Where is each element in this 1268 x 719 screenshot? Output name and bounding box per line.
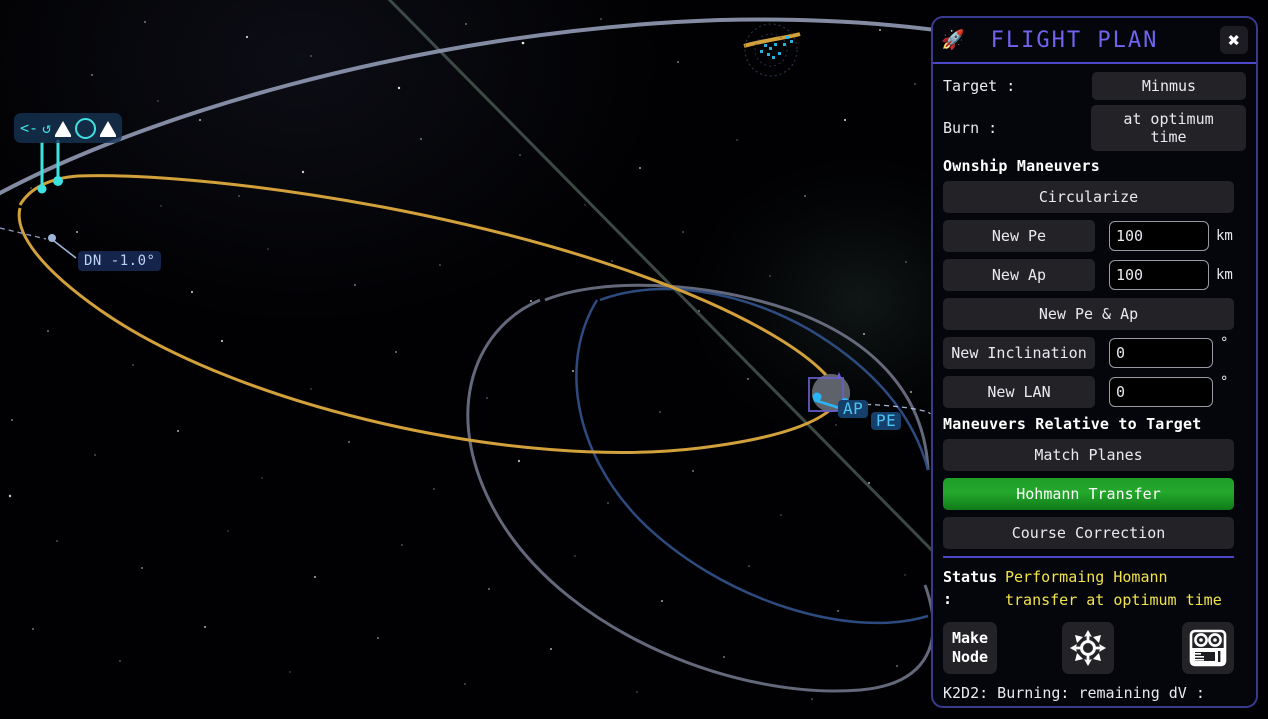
new-pe-button[interactable]: New Pe xyxy=(943,220,1095,252)
maneuver-node-icon[interactable] xyxy=(55,121,71,135)
status-row: Status : Performaing Homann transfer at … xyxy=(943,566,1246,612)
course-correction-button[interactable]: Course Correction xyxy=(943,517,1234,549)
target-select[interactable]: Minmus xyxy=(1092,72,1246,100)
map-label-apoapsis[interactable]: AP xyxy=(838,400,868,418)
burn-timing-select[interactable]: at optimum time xyxy=(1091,105,1246,151)
close-icon[interactable]: ✖ xyxy=(1220,26,1248,54)
new-pe-input[interactable] xyxy=(1109,221,1209,251)
new-lan-input[interactable] xyxy=(1109,377,1213,407)
target-label: Target : xyxy=(943,77,1091,95)
rcs-thruster-button[interactable] xyxy=(1062,622,1114,674)
make-node-button[interactable]: Make Node xyxy=(943,622,997,674)
page-title: FLIGHT PLAN xyxy=(971,28,1220,53)
ownship-marker-chip[interactable]: <- ↺ xyxy=(14,113,122,143)
burn-row: Burn : at optimum time xyxy=(943,105,1246,151)
status-text: Performaing Homann transfer at optimum t… xyxy=(1005,566,1246,612)
make-node-line-1: Make xyxy=(952,629,988,648)
new-inclination-unit: ° xyxy=(1220,335,1228,351)
circularize-button[interactable]: Circularize xyxy=(943,181,1234,213)
new-inclination-button[interactable]: New Inclination xyxy=(943,337,1095,369)
panel-titlebar: 🚀 FLIGHT PLAN ✖ xyxy=(933,18,1256,64)
new-ap-button[interactable]: New Ap xyxy=(943,259,1095,291)
rocket-icon: 🚀 xyxy=(941,31,965,50)
burn-label: Burn : xyxy=(943,119,1091,137)
ownship-maneuvers-heading: Ownship Maneuvers xyxy=(943,157,1246,175)
back-arrow-icon[interactable]: <- xyxy=(20,121,38,136)
new-lan-unit: ° xyxy=(1220,374,1228,390)
new-ap-unit: km xyxy=(1216,267,1233,283)
tape-drive-button[interactable] xyxy=(1182,622,1234,674)
new-inclination-input[interactable] xyxy=(1109,338,1213,368)
new-pe-unit: km xyxy=(1216,228,1233,244)
tape-drive-icon xyxy=(1188,629,1228,667)
hohmann-transfer-button[interactable]: Hohmann Transfer xyxy=(943,478,1234,510)
map-label-periapsis[interactable]: PE xyxy=(871,412,901,430)
section-divider xyxy=(943,556,1234,558)
rcs-thruster-icon xyxy=(1069,629,1107,667)
maneuver-node-icon-2[interactable] xyxy=(100,121,116,135)
new-lan-row: New LAN ° xyxy=(943,376,1246,408)
body-icon[interactable] xyxy=(75,118,96,139)
action-icon-row: Make Node xyxy=(943,622,1246,674)
match-planes-button[interactable]: Match Planes xyxy=(943,439,1234,471)
new-pe-row: New Pe km xyxy=(943,220,1246,252)
make-node-line-2: Node xyxy=(952,648,988,667)
map-label-descending-node[interactable]: DN -1.0° xyxy=(78,251,161,271)
orbit-loop-icon: ↺ xyxy=(42,121,51,136)
new-lan-button[interactable]: New LAN xyxy=(943,376,1095,408)
target-maneuvers-heading: Maneuvers Relative to Target xyxy=(943,415,1246,433)
new-ap-input[interactable] xyxy=(1109,260,1209,290)
new-inclination-row: New Inclination ° xyxy=(943,337,1246,369)
new-ap-row: New Ap km xyxy=(943,259,1246,291)
telemetry-text: K2D2: Burning: remaining dV : 806.66 m/S xyxy=(943,682,1238,708)
status-label: Status : xyxy=(943,566,1005,610)
panel-body: Target : Minmus Burn : at optimum time O… xyxy=(933,64,1256,708)
target-row: Target : Minmus xyxy=(943,72,1246,100)
flight-plan-panel: 🚀 FLIGHT PLAN ✖ Target : Minmus Burn : a… xyxy=(931,16,1258,708)
new-pe-ap-button[interactable]: New Pe & Ap xyxy=(943,298,1234,330)
